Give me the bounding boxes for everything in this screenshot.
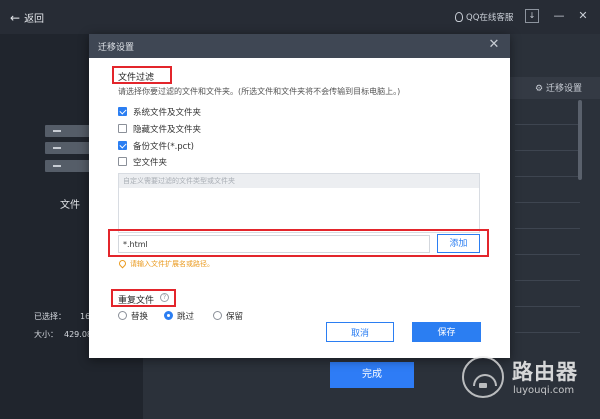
files-label: 文件: [60, 200, 80, 211]
custom-filter-list[interactable]: 自定义需要过滤的文件类型或文件夹: [118, 173, 480, 233]
scrollbar[interactable]: [578, 100, 582, 180]
duplicate-files-heading: 重复文件: [118, 296, 155, 306]
checkbox-checked-icon: [118, 107, 127, 116]
dialog-title: 迁移设置: [98, 43, 135, 53]
watermark-title: 路由器: [512, 360, 578, 384]
checkbox-checked-icon: [118, 141, 127, 150]
qq-support-button[interactable]: QQ在线客服: [455, 11, 513, 23]
close-icon[interactable]: ✕: [487, 37, 501, 53]
back-label: 返回: [24, 14, 45, 25]
list-divider: [515, 254, 580, 255]
list-divider: [515, 280, 580, 281]
migration-settings-link[interactable]: ⚙ 迁移设置: [535, 81, 582, 94]
radio-unselected-icon: [118, 311, 127, 320]
finish-button[interactable]: 完成: [330, 362, 414, 388]
checkbox-unchecked-icon: [118, 157, 127, 166]
list-header: 自定义需要过滤的文件类型或文件夹: [119, 174, 479, 188]
watermark-logo: 路由器 luyouqi.com: [462, 352, 592, 412]
filter-description: 请选择你要过滤的文件和文件夹。(所选文件和文件夹将不会传输到目标电脑上。): [118, 87, 401, 96]
back-arrow-icon: ←: [10, 11, 21, 25]
save-button[interactable]: 保存: [412, 322, 481, 342]
radio-unselected-icon: [213, 311, 222, 320]
migration-settings-dialog: 迁移设置 ✕ 文件过滤 请选择你要过滤的文件和文件夹。(所选文件和文件夹将不会传…: [89, 34, 510, 358]
input-hint: 请输入文件扩展名或路径。: [117, 258, 214, 269]
support-label: QQ在线客服: [466, 13, 514, 23]
title-bar: ← 返回 QQ在线客服 ↓ — ✕: [0, 0, 600, 34]
selected-size: 大小： 429.08: [34, 330, 92, 339]
router-icon: [462, 356, 504, 398]
dialog-header: 迁移设置 ✕: [89, 34, 510, 58]
download-icon[interactable]: ↓: [525, 9, 539, 23]
file-filter-heading: 文件过滤: [118, 73, 155, 83]
gear-icon: ⚙: [535, 84, 544, 94]
radio-selected-icon: [164, 311, 173, 320]
back-button[interactable]: ← 返回: [10, 10, 44, 25]
help-icon[interactable]: ?: [160, 293, 169, 302]
close-app-icon[interactable]: ✕: [576, 9, 590, 23]
add-button[interactable]: 添加: [437, 234, 480, 253]
list-divider: [515, 150, 580, 151]
list-divider: [515, 202, 580, 203]
checkbox-unchecked-icon: [118, 124, 127, 133]
qq-icon: [455, 12, 463, 22]
location-pin-icon: [117, 258, 128, 269]
extension-input[interactable]: [118, 235, 430, 253]
watermark-url: luyouqi.com: [513, 385, 575, 396]
list-divider: [515, 176, 580, 177]
list-divider: [515, 124, 580, 125]
minimize-icon[interactable]: —: [552, 9, 566, 23]
list-divider: [515, 306, 580, 307]
cancel-button[interactable]: 取消: [326, 322, 394, 342]
selected-count: 已选择： 160: [34, 312, 96, 321]
list-divider: [515, 228, 580, 229]
list-divider: [515, 332, 580, 333]
